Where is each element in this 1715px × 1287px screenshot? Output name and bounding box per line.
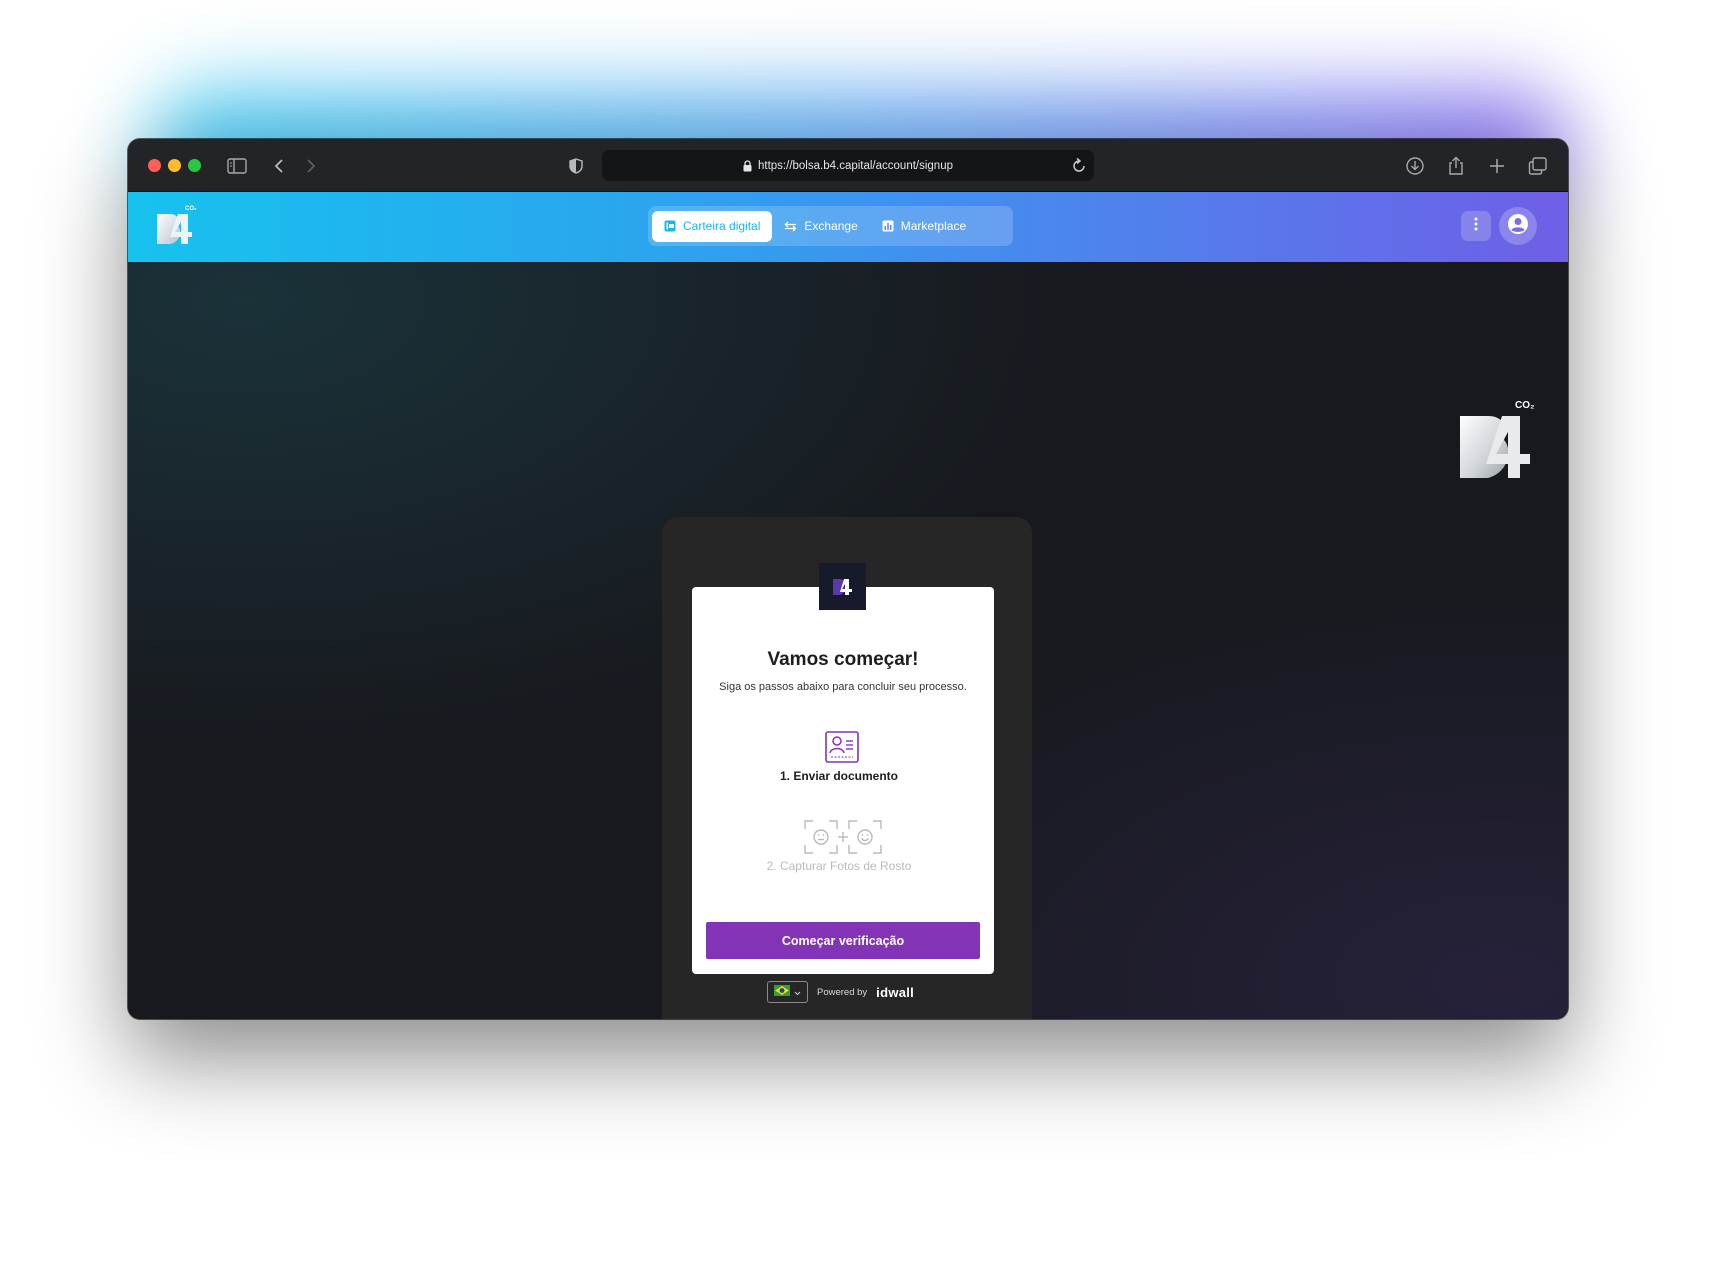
minimize-window-button[interactable]	[168, 159, 181, 172]
b4-logo-sup: CO₂	[185, 206, 197, 212]
wallet-icon	[664, 220, 676, 232]
powered-by-text: Powered by	[817, 986, 868, 998]
b4-co2-sup: CO₂	[1515, 400, 1535, 411]
reload-icon[interactable]	[1072, 157, 1086, 176]
download-icon[interactable]	[1402, 153, 1428, 179]
tab-carteira-digital[interactable]: Carteira digital	[652, 210, 773, 242]
step-2-label: 2. Capturar Fotos de Rosto	[766, 859, 912, 873]
chart-icon	[882, 220, 894, 232]
address-bar[interactable]: https://bolsa.b4.capital/account/signup	[602, 150, 1094, 181]
language-select[interactable]	[767, 981, 808, 1003]
url-text: https://bolsa.b4.capital/account/signup	[758, 159, 953, 172]
app-header: CO₂ Carteira digital Exchange Marketplac…	[128, 192, 1568, 262]
tabs-overview-icon[interactable]	[1525, 153, 1551, 179]
forward-icon[interactable]	[298, 153, 324, 179]
b4-logo[interactable]: CO₂	[156, 206, 198, 248]
sidebar-icon[interactable]	[224, 153, 250, 179]
close-window-button[interactable]	[148, 159, 161, 172]
chevron-down-icon	[794, 983, 801, 1001]
shield-icon[interactable]	[563, 153, 589, 179]
new-tab-icon[interactable]	[1484, 153, 1510, 179]
card-logo	[819, 563, 866, 610]
brazil-flag-icon	[774, 983, 790, 1001]
exchange-arrows-icon	[784, 221, 797, 232]
idwall-logo: idwall	[876, 984, 915, 1000]
step-1-label: 1. Enviar documento	[779, 769, 899, 783]
more-options-button[interactable]	[1461, 211, 1491, 241]
face-capture-icon	[804, 820, 882, 859]
verification-card: Vamos começar! Siga os passos abaixo par…	[692, 563, 994, 974]
main-content: CO₂ Vamos começar! Siga os passos abaixo…	[128, 262, 1568, 1019]
user-avatar-button[interactable]	[1499, 207, 1537, 245]
main-nav: Carteira digital Exchange Marketplace	[648, 206, 1013, 246]
lock-icon	[743, 159, 752, 172]
card-subtitle: Siga os passos abaixo para concluir seu …	[719, 681, 967, 693]
user-circle-icon	[1507, 213, 1529, 240]
tab-exchange-label: Exchange	[804, 219, 858, 233]
card-title: Vamos começar!	[767, 649, 919, 670]
browser-window: https://bolsa.b4.capital/account/signup …	[128, 139, 1568, 1019]
b4-co2-logo: CO₂	[1458, 400, 1538, 492]
zoom-window-button[interactable]	[188, 159, 201, 172]
browser-toolbar: https://bolsa.b4.capital/account/signup	[128, 139, 1568, 192]
card-footer: Powered by idwall	[767, 980, 914, 1004]
id-card-icon	[825, 731, 859, 768]
start-verification-button[interactable]: Começar verificação	[706, 922, 980, 959]
tab-marketplace-label: Marketplace	[900, 219, 967, 233]
share-icon[interactable]	[1443, 153, 1469, 179]
back-icon[interactable]	[266, 153, 292, 179]
tab-carteira-digital-label: Carteira digital	[683, 219, 761, 233]
kebab-menu-icon	[1474, 217, 1478, 236]
verification-panel: Vamos começar! Siga os passos abaixo par…	[662, 517, 1032, 1019]
tab-marketplace[interactable]: Marketplace	[870, 211, 978, 242]
tab-exchange[interactable]: Exchange	[772, 211, 869, 242]
